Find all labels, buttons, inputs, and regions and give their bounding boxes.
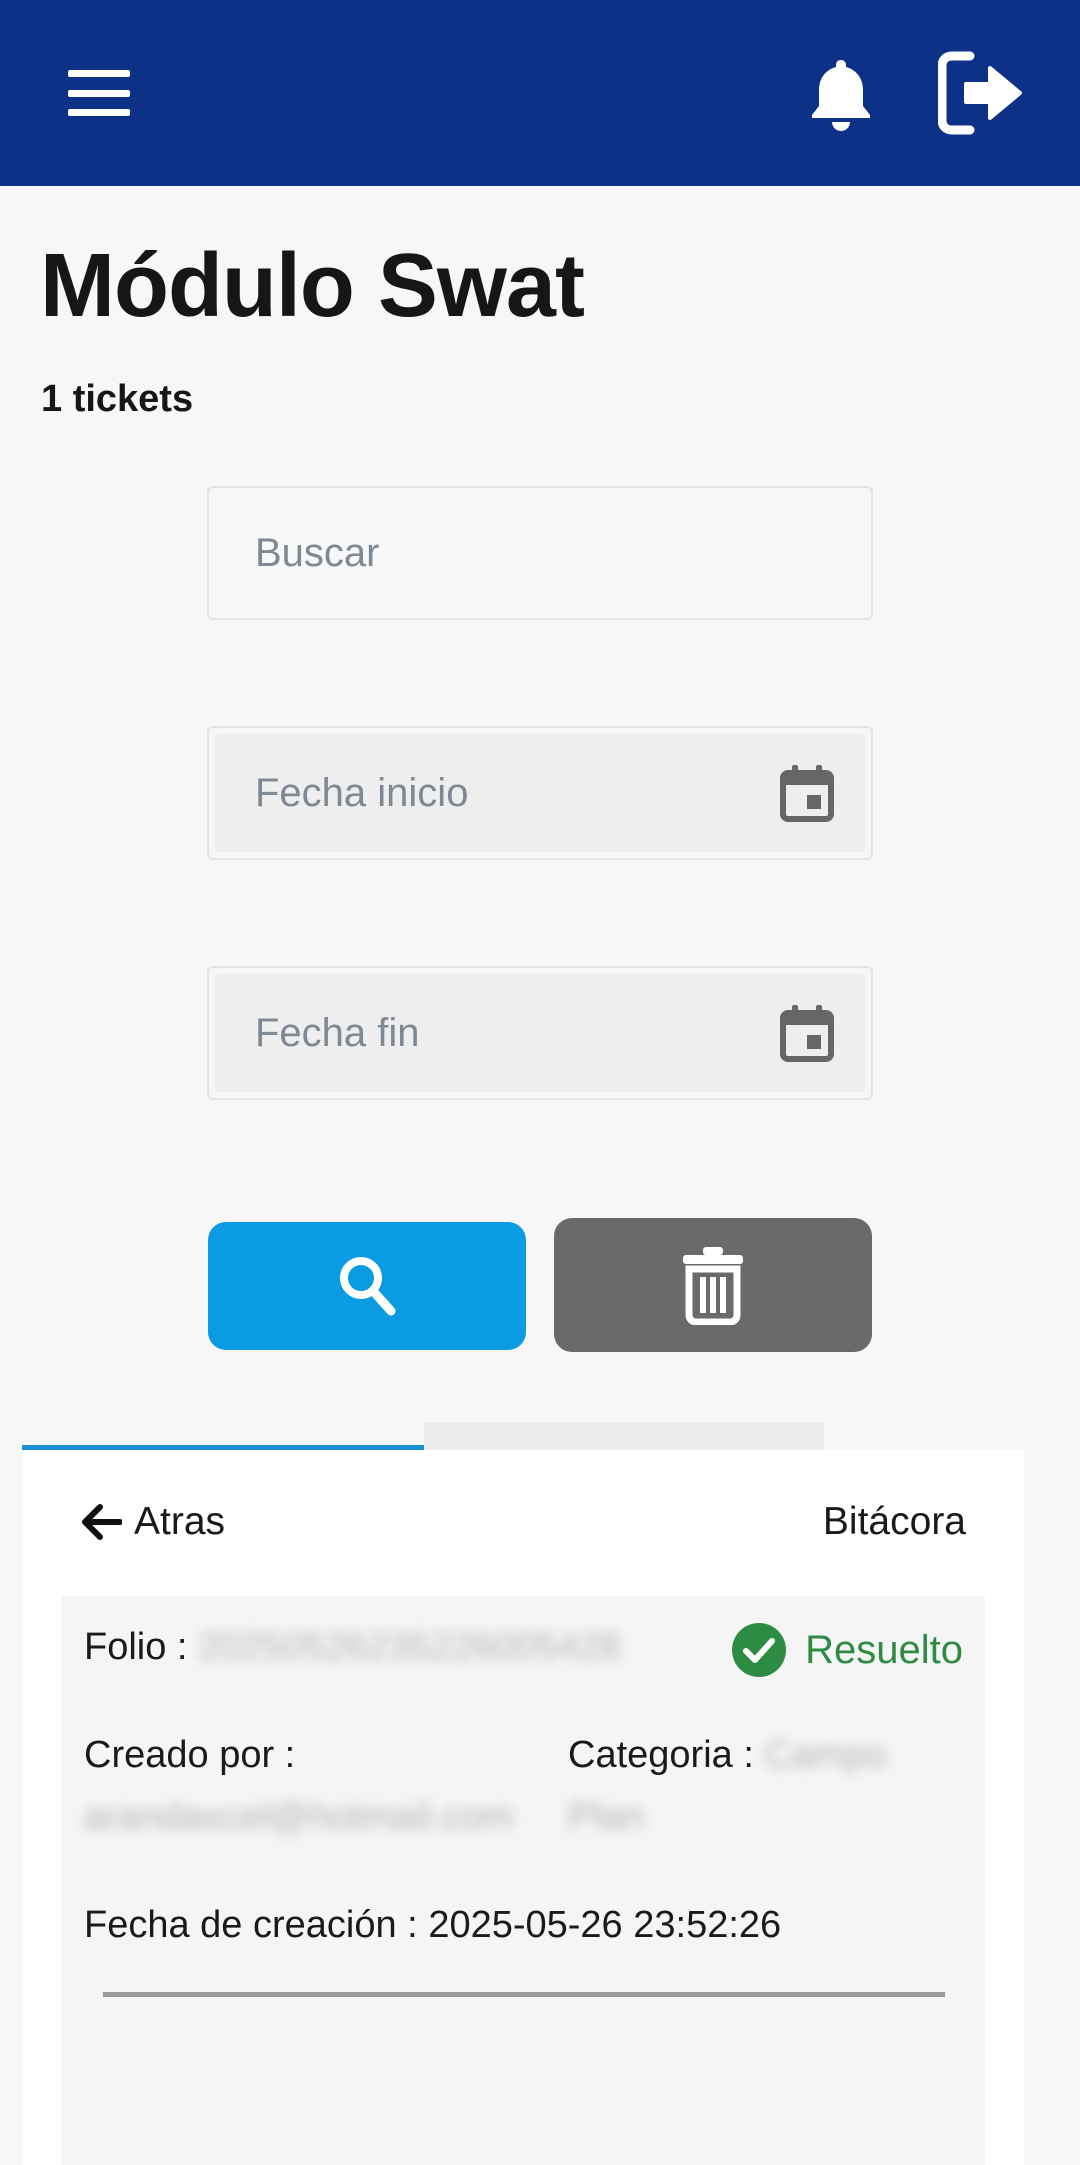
hamburger-menu-icon-bar (68, 89, 130, 97)
log-link[interactable]: Bitácora (823, 1500, 966, 1544)
tab-inactive[interactable] (424, 1422, 824, 1450)
back-label: Atras (134, 1500, 226, 1543)
bell-icon (812, 60, 870, 131)
end-date-field-inner (215, 974, 865, 1092)
end-date-field (207, 966, 873, 1100)
page-title: Módulo Swat (40, 236, 585, 336)
category-value-line2: Plan (568, 1796, 645, 1838)
created-date-row: Fecha de creación : 2025-05-26 23:52:26 (84, 1904, 781, 1947)
back-button[interactable]: Atras (80, 1500, 225, 1544)
created-date-label: Fecha de creación : (84, 1904, 418, 1946)
folio-row: Folio : 20250526235226005428 (84, 1626, 621, 1669)
search-icon (340, 1257, 396, 1316)
calendar-icon[interactable] (779, 1003, 835, 1063)
ticket-card: Atras Bitácora Folio : 20250526235226005… (22, 1450, 1024, 2165)
ticket-count: 1 tickets (41, 378, 194, 420)
status-badge: Resuelto (731, 1622, 963, 1678)
arrow-left-icon (82, 1504, 122, 1540)
category-label: Categoria : (568, 1734, 754, 1776)
menu-button[interactable] (62, 62, 136, 124)
start-date-field (207, 726, 873, 860)
clear-button[interactable] (554, 1218, 872, 1352)
tab-active[interactable] (22, 1422, 424, 1450)
folio-value: 20250526235226005428 (198, 1626, 621, 1668)
created-by-label: Creado por : (84, 1734, 296, 1776)
folio-label: Folio : (84, 1626, 188, 1668)
hamburger-menu-icon (68, 70, 130, 77)
category-value-line1: Campo (764, 1734, 887, 1776)
logout-button[interactable] (937, 50, 1024, 136)
ticket-detail-panel: Folio : 20250526235226005428 Resuelto Cr… (61, 1596, 985, 2165)
search-field (207, 486, 873, 620)
top-app-bar (0, 0, 1080, 186)
logout-icon (937, 51, 1022, 135)
created-date-value: 2025-05-26 23:52:26 (428, 1904, 782, 1946)
end-date-input[interactable] (255, 1010, 779, 1056)
search-input[interactable] (255, 530, 835, 576)
notifications-button[interactable] (808, 56, 874, 132)
calendar-icon[interactable] (779, 763, 835, 823)
ticket-tabs (22, 1422, 824, 1450)
search-button[interactable] (208, 1222, 526, 1350)
status-label: Resuelto (805, 1627, 963, 1672)
hamburger-menu-icon-bar (68, 109, 130, 116)
start-date-field-inner (215, 734, 865, 852)
search-field-inner (215, 494, 865, 612)
category-row: Categoria : Campo (568, 1734, 887, 1777)
check-circle-icon (732, 1623, 787, 1677)
start-date-input[interactable] (255, 770, 779, 816)
divider (103, 1992, 945, 1997)
trash-icon (683, 1247, 743, 1325)
created-by-value: arandaxcel@hotmail.com (84, 1796, 514, 1838)
